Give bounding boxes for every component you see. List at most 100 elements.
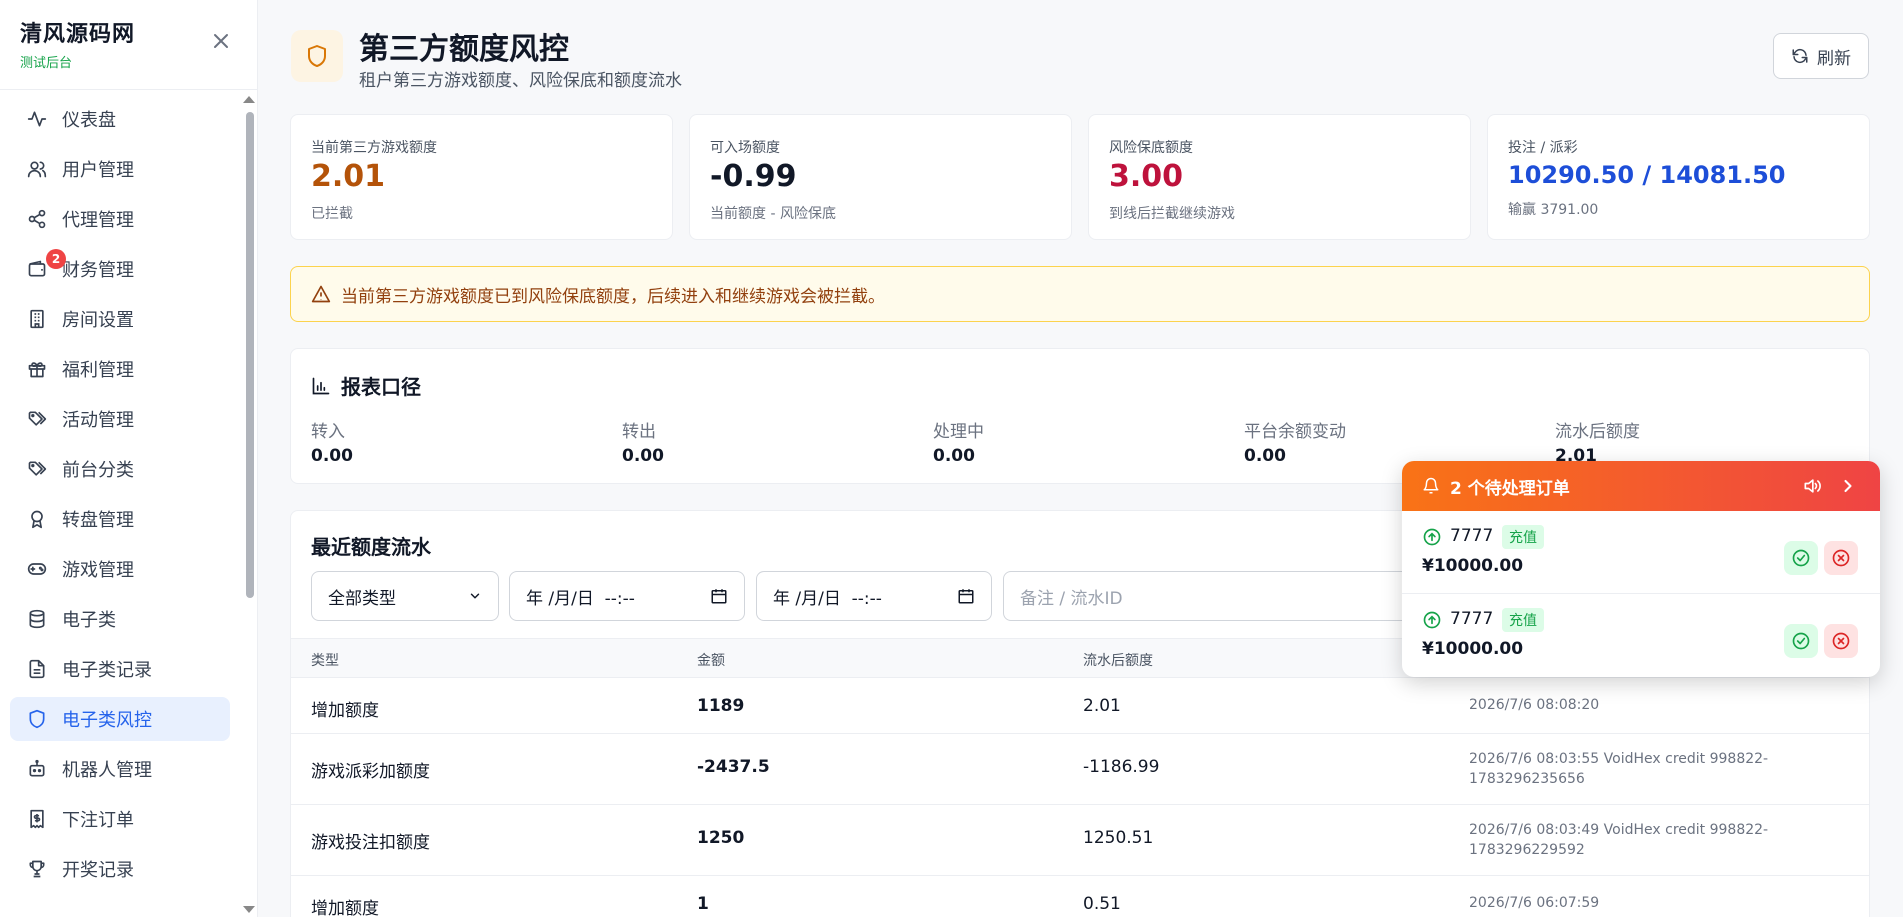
table-row: 游戏派彩加额度 -2437.5 -1186.99 2026/7/6 08:03:… [291, 734, 1869, 805]
close-icon[interactable] [210, 30, 232, 52]
sidebar-item-wheel[interactable]: 转盘管理 [10, 497, 230, 541]
reject-button[interactable] [1824, 624, 1858, 658]
calendar-icon[interactable] [957, 587, 975, 605]
sidebar-item-front-categories[interactable]: 前台分类 [10, 447, 230, 491]
sidebar-item-label: 前台分类 [62, 460, 134, 481]
date-to-value: 年 /月/日 --:-- [773, 588, 882, 609]
sidebar-item-electronic-risk[interactable]: 电子类风控 [10, 697, 230, 741]
pending-order-item[interactable]: 7777 充值 ¥10000.00 [1402, 511, 1880, 594]
sidebar-item-label: 开奖记录 [62, 860, 134, 881]
sidebar-nav: 仪表盘 用户管理 代理管理 2 财务管理 房间设置 福利管理 活动管理 前台分类… [10, 97, 230, 917]
order-type-tag: 充值 [1502, 525, 1544, 549]
stat-value: 10290.50 / 14081.50 [1508, 161, 1786, 189]
sidebar-item-rooms[interactable]: 房间设置 [10, 297, 230, 341]
cell-amount: 1250 [697, 828, 745, 848]
volume-icon[interactable] [1802, 476, 1822, 496]
shield-icon [291, 30, 343, 82]
bar-chart-icon [311, 376, 331, 396]
sidebar-item-bet-orders[interactable]: 下注订单 [10, 797, 230, 841]
sidebar-item-label: 电子类记录 [62, 660, 152, 681]
scroll-up-arrow-icon[interactable] [243, 96, 255, 103]
sidebar-item-label: 仪表盘 [62, 110, 116, 131]
approve-button[interactable] [1784, 624, 1818, 658]
stat-label: 风险保底额度 [1109, 140, 1193, 156]
report-header: 报表口径 [311, 371, 421, 400]
date-from-value: 年 /月/日 --:-- [526, 588, 635, 609]
sidebar-item-welfare[interactable]: 福利管理 [10, 347, 230, 391]
sidebar-item-games[interactable]: 游戏管理 [10, 547, 230, 591]
gift-icon [26, 358, 48, 380]
search-placeholder: 备注 / 流水ID [1020, 588, 1123, 609]
cell-meta: 2026/7/6 08:08:20 [1469, 697, 1600, 713]
sidebar-item-draw-records[interactable]: 开奖记录 [10, 847, 230, 891]
date-to-input[interactable]: 年 /月/日 --:-- [756, 571, 992, 621]
stat-label: 当前第三方游戏额度 [311, 140, 437, 156]
page-subtitle: 租户第三方游戏额度、风险保底和额度流水 [359, 71, 682, 91]
table-row: 游戏投注扣额度 1250 1250.51 2026/7/6 08:03:49 V… [291, 805, 1869, 876]
receipt-icon [26, 808, 48, 830]
report-label: 流水后额度 [1555, 422, 1640, 442]
brand-subtitle: 测试后台 [20, 56, 73, 71]
stat-label: 投注 / 派彩 [1508, 140, 1578, 156]
sidebar: 清风源码网 测试后台 仪表盘 用户管理 代理管理 2 财务管理 房间设置 福利管… [0, 0, 258, 917]
risk-alert-banner: 当前第三方游戏额度已到风险保底额度，后续进入和继续游戏会被拦截。 [290, 266, 1870, 322]
report-col-out: 转出 0.00 [622, 417, 664, 466]
report-col-in: 转入 0.00 [311, 417, 353, 466]
scroll-down-arrow-icon[interactable] [243, 906, 255, 913]
cell-after-quota: -1186.99 [1083, 757, 1160, 777]
sidebar-item-label: 活动管理 [62, 410, 134, 431]
order-type-tag: 充值 [1502, 608, 1544, 632]
stat-card-current-quota: 当前第三方游戏额度 2.01 已拦截 [290, 114, 673, 240]
sidebar-item-electronic[interactable]: 电子类 [10, 597, 230, 641]
chevron-down-icon [468, 589, 482, 603]
report-label: 转入 [311, 422, 345, 442]
sidebar-item-activities[interactable]: 活动管理 [10, 397, 230, 441]
report-value: 0.00 [1244, 446, 1286, 466]
refresh-label: 刷新 [1817, 48, 1851, 69]
refresh-button[interactable]: 刷新 [1773, 33, 1869, 79]
sidebar-item-agents[interactable]: 代理管理 [10, 197, 230, 241]
sidebar-item-users[interactable]: 用户管理 [10, 147, 230, 191]
alert-text: 当前第三方游戏额度已到风险保底额度，后续进入和继续游戏会被拦截。 [341, 286, 885, 307]
reject-button[interactable] [1824, 541, 1858, 575]
pending-orders-title: 2 个待处理订单 [1450, 478, 1570, 499]
brand-title: 清风源码网 [20, 22, 136, 47]
check-circle-icon [1792, 632, 1810, 650]
check-circle-icon [1792, 549, 1810, 567]
sidebar-item-robots[interactable]: 机器人管理 [10, 747, 230, 791]
column-header-type: 类型 [311, 653, 339, 669]
wallet-icon [26, 258, 48, 280]
sidebar-divider [0, 89, 258, 90]
pending-orders-header[interactable]: 2 个待处理订单 [1402, 461, 1880, 511]
stat-value: -0.99 [710, 159, 797, 194]
pending-order-item[interactable]: 7777 充值 ¥10000.00 [1402, 594, 1880, 677]
stat-value: 2.01 [311, 159, 386, 194]
notification-badge: 2 [46, 249, 66, 269]
cell-meta: 2026/7/6 06:07:59 [1469, 895, 1600, 911]
stat-note: 到线后拦截继续游戏 [1109, 206, 1235, 222]
search-input[interactable]: 备注 / 流水ID [1003, 571, 1423, 621]
date-from-input[interactable]: 年 /月/日 --:-- [509, 571, 745, 621]
trophy-icon [26, 858, 48, 880]
x-circle-icon [1832, 549, 1850, 567]
sidebar-item-label: 房间设置 [62, 310, 134, 331]
sidebar-scroll-thumb[interactable] [246, 112, 254, 598]
gamepad-icon [26, 558, 48, 580]
users-icon [26, 158, 48, 180]
arrow-up-circle-icon [1422, 610, 1442, 634]
sidebar-item-finance[interactable]: 2 财务管理 [10, 247, 230, 291]
table-row: 增加额度 1189 2.01 2026/7/6 08:08:20 [291, 678, 1869, 734]
approve-button[interactable] [1784, 541, 1818, 575]
type-select[interactable]: 全部类型 [311, 571, 499, 621]
refresh-icon [1791, 47, 1809, 65]
sidebar-item-dashboard[interactable]: 仪表盘 [10, 97, 230, 141]
calendar-icon[interactable] [710, 587, 728, 605]
shield-icon [26, 708, 48, 730]
sidebar-item-electronic-records[interactable]: 电子类记录 [10, 647, 230, 691]
sidebar-item-label: 电子类风控 [62, 710, 152, 731]
cell-after-quota: 1250.51 [1083, 828, 1154, 848]
share-icon [26, 208, 48, 230]
chevron-right-icon[interactable] [1838, 476, 1858, 496]
table-row: 增加额度 1 0.51 2026/7/6 06:07:59 [291, 876, 1869, 917]
database-icon [26, 608, 48, 630]
